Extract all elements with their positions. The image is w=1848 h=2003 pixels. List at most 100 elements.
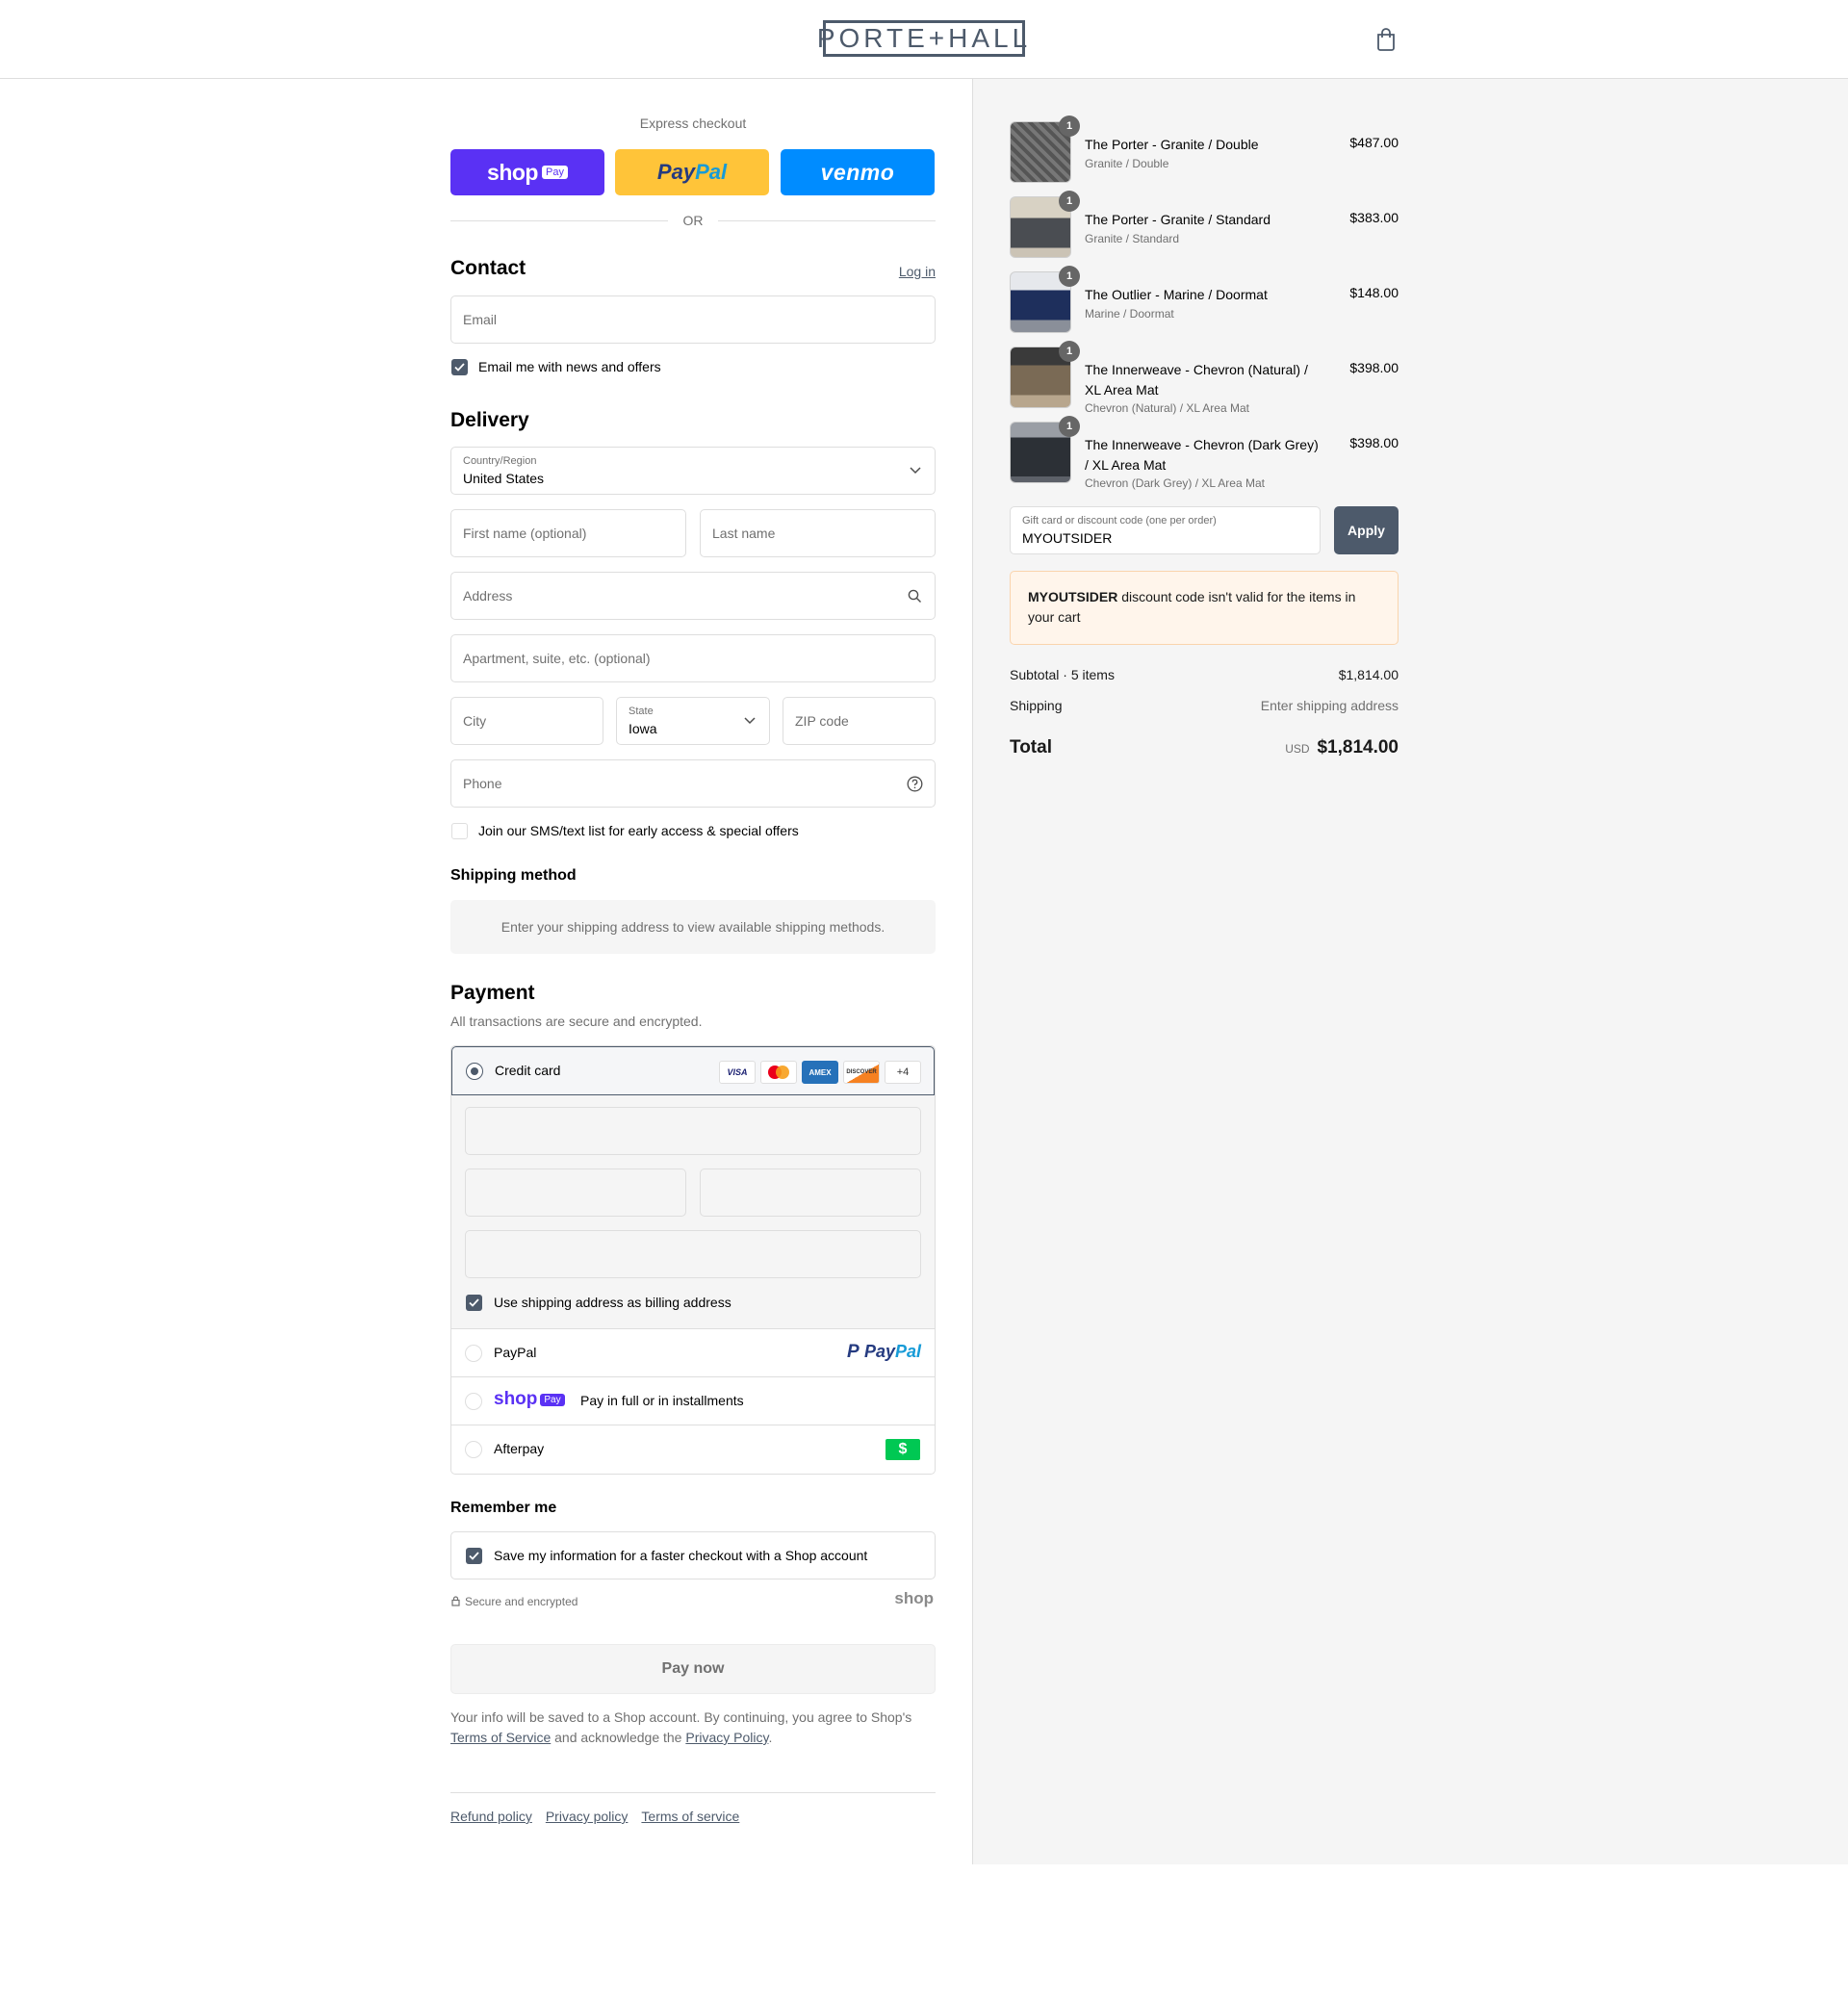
venmo-express-button[interactable]: venmo xyxy=(781,149,935,195)
order-summary: 1 The Porter - Granite / Double Granite … xyxy=(972,79,1848,1864)
shop-pay-text: Pay in full or in installments xyxy=(580,1393,744,1408)
check-icon xyxy=(469,1298,479,1307)
privacy-policy-link[interactable]: Privacy policy xyxy=(546,1809,629,1824)
paypal-option[interactable]: PayPal P PayPal xyxy=(451,1328,935,1376)
item-name: The Porter - Granite / Standard xyxy=(1085,212,1270,227)
payment-subtitle: All transactions are secure and encrypte… xyxy=(450,1014,703,1029)
address-placeholder: Address xyxy=(463,588,513,603)
afterpay-option[interactable]: Afterpay $ xyxy=(451,1425,935,1473)
paypal-wordmark-a: Pay xyxy=(656,160,696,184)
currency-code: USD xyxy=(1285,742,1310,756)
subtotal-label: Subtotal · 5 items xyxy=(1010,667,1115,682)
quantity-badge: 1 xyxy=(1059,266,1080,287)
apply-button[interactable]: Apply xyxy=(1334,506,1399,554)
last-name-field[interactable]: Last name xyxy=(700,509,936,557)
terms-of-service-link[interactable]: Terms of service xyxy=(641,1809,739,1824)
quantity-badge: 1 xyxy=(1059,116,1080,137)
legal-text: Your info will be saved to a Shop accoun… xyxy=(450,1708,936,1748)
first-name-placeholder: First name (optional) xyxy=(463,526,587,541)
payment-heading: Payment xyxy=(450,982,535,1004)
state-select[interactable]: State Iowa xyxy=(616,697,770,745)
remember-box: Save my information for a faster checkou… xyxy=(450,1531,936,1579)
card-number-field[interactable] xyxy=(465,1107,921,1155)
visa-logo: VISA xyxy=(719,1061,756,1084)
item-price: $398.00 xyxy=(1349,360,1399,375)
log-in-link[interactable]: Log in xyxy=(899,264,936,279)
shopping-bag-icon[interactable] xyxy=(1374,27,1398,52)
zip-field[interactable]: ZIP code xyxy=(783,697,936,745)
refund-policy-link[interactable]: Refund policy xyxy=(450,1809,532,1824)
subtotal-value: $1,814.00 xyxy=(1338,667,1399,682)
item-name: The Outlier - Marine / Doormat xyxy=(1085,287,1268,302)
cart-item: 1 The Porter - Granite / Standard Granit… xyxy=(1010,191,1399,258)
phone-field[interactable]: Phone xyxy=(450,759,936,808)
shop-pay-radio[interactable] xyxy=(465,1393,482,1410)
secure-text: Secure and encrypted xyxy=(465,1595,578,1608)
legal-line: Your info will be saved to a Shop accoun… xyxy=(450,1709,912,1725)
address-field[interactable]: Address xyxy=(450,572,936,620)
first-name-field[interactable]: First name (optional) xyxy=(450,509,686,557)
save-info-checkbox[interactable] xyxy=(466,1548,482,1564)
shipping-value: Enter shipping address xyxy=(1260,698,1399,713)
item-variant: Granite / Double xyxy=(1085,157,1169,170)
card-expiry-field[interactable] xyxy=(465,1168,686,1217)
paypal-logo: P PayPal xyxy=(846,1342,921,1362)
billing-label: Use shipping address as billing address xyxy=(494,1295,732,1310)
paypal-label: PayPal xyxy=(494,1345,537,1360)
discount-field-label: Gift card or discount code (one per orde… xyxy=(1022,515,1217,526)
site-header: PORTE+HALL xyxy=(0,0,1848,79)
country-value: United States xyxy=(463,471,545,486)
quantity-badge: 1 xyxy=(1059,341,1080,362)
card-cvv-field[interactable] xyxy=(700,1168,921,1217)
total-value: $1,814.00 xyxy=(1317,737,1399,758)
country-label: Country/Region xyxy=(463,455,537,467)
news-checkbox[interactable] xyxy=(451,359,468,375)
chevron-down-icon xyxy=(910,467,921,475)
shop-terms-link[interactable]: Terms of Service xyxy=(450,1730,551,1745)
brand-logo[interactable]: PORTE+HALL xyxy=(817,20,1027,57)
paypal-express-button[interactable]: Pay Pal xyxy=(615,149,769,195)
lock-icon xyxy=(451,1596,460,1606)
credit-card-option[interactable]: Credit card VISA AMEX DISCOVER +4 xyxy=(451,1046,935,1095)
city-field[interactable]: City xyxy=(450,697,603,745)
country-select[interactable]: Country/Region United States xyxy=(450,447,936,495)
paypal-radio[interactable] xyxy=(465,1345,482,1362)
credit-card-radio[interactable] xyxy=(466,1063,483,1080)
afterpay-radio[interactable] xyxy=(465,1441,482,1458)
quantity-badge: 1 xyxy=(1059,191,1080,212)
billing-checkbox[interactable] xyxy=(466,1295,482,1311)
item-variant: Marine / Doormat xyxy=(1085,307,1174,321)
shop-privacy-link[interactable]: Privacy Policy xyxy=(685,1730,768,1745)
email-field[interactable]: Email xyxy=(450,295,936,344)
shop-pay-option[interactable]: shop Pay Pay in full or in installments xyxy=(451,1376,935,1425)
total-label: Total xyxy=(1010,737,1052,758)
item-price: $148.00 xyxy=(1349,285,1399,300)
express-checkout-title: Express checkout xyxy=(639,116,747,131)
last-name-placeholder: Last name xyxy=(712,526,776,541)
amex-logo: AMEX xyxy=(802,1061,838,1084)
paypal-wordmark-b: Pal xyxy=(695,160,728,184)
check-icon xyxy=(469,1552,479,1560)
discount-code-field[interactable]: Gift card or discount code (one per orde… xyxy=(1010,506,1321,554)
search-icon xyxy=(908,589,921,603)
item-name: The Innerweave - Chevron (Natural) / XL … xyxy=(1085,362,1308,398)
item-name: The Innerweave - Chevron (Dark Grey) / X… xyxy=(1085,437,1319,473)
chevron-down-icon xyxy=(744,717,756,725)
shop-pay-wordmark: shop xyxy=(487,159,538,185)
card-name-field[interactable] xyxy=(465,1230,921,1278)
help-icon[interactable] xyxy=(907,776,923,792)
cart-item: 1 The Innerweave - Chevron (Dark Grey) /… xyxy=(1010,416,1399,502)
item-price: $487.00 xyxy=(1349,135,1399,150)
pay-now-button[interactable]: Pay now xyxy=(450,1644,936,1694)
shipping-row: Shipping Enter shipping address xyxy=(1010,698,1399,713)
discount-field-value: MYOUTSIDER xyxy=(1022,530,1113,546)
quantity-badge: 1 xyxy=(1059,416,1080,437)
apartment-field[interactable]: Apartment, suite, etc. (optional) xyxy=(450,634,936,682)
sms-checkbox[interactable] xyxy=(451,823,468,839)
state-label: State xyxy=(629,706,654,717)
shop-pay-express-button[interactable]: shop Pay xyxy=(450,149,604,195)
zip-placeholder: ZIP code xyxy=(795,713,849,729)
credit-card-label: Credit card xyxy=(495,1063,561,1078)
item-variant: Chevron (Natural) / XL Area Mat xyxy=(1085,401,1249,415)
phone-placeholder: Phone xyxy=(463,776,502,791)
